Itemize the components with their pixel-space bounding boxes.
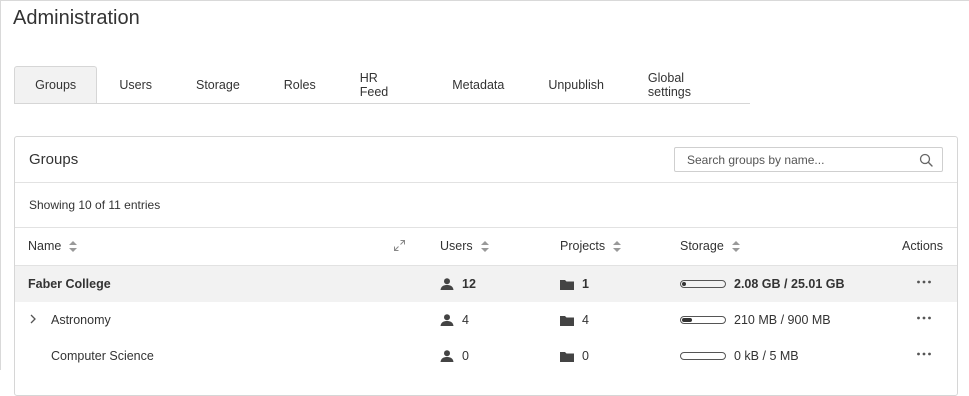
table-row[interactable]: Computer Science 0 0 0 kB / 5 MB — [15, 338, 957, 374]
sort-icon[interactable] — [69, 240, 78, 252]
group-name[interactable]: Faber College — [28, 277, 111, 291]
more-actions-icon[interactable] — [916, 313, 932, 323]
entries-count: Showing 10 of 11 entries — [15, 183, 957, 228]
users-count: 0 — [462, 349, 469, 363]
search-box — [674, 147, 943, 172]
user-icon — [440, 278, 454, 290]
storage-separator: / — [784, 277, 788, 291]
tab-users[interactable]: Users — [97, 66, 174, 103]
users-cell: 12 — [440, 277, 476, 291]
sort-icon[interactable] — [731, 240, 740, 252]
users-count: 4 — [462, 313, 469, 327]
users-count: 12 — [462, 277, 476, 291]
column-header-name[interactable]: Name — [28, 239, 78, 253]
column-label-projects: Projects — [560, 239, 606, 253]
projects-cell: 4 — [560, 313, 589, 327]
table-header: Name Users Projects Storage Actions — [15, 228, 957, 266]
page-title: Administration — [13, 7, 140, 29]
column-label-users: Users — [440, 239, 473, 253]
storage-separator: / — [762, 349, 766, 363]
storage-usage-fill — [682, 282, 686, 286]
column-header-users[interactable]: Users — [440, 239, 489, 253]
sort-icon[interactable] — [613, 240, 622, 252]
tab-roles[interactable]: Roles — [262, 66, 338, 103]
column-label-actions: Actions — [902, 239, 943, 253]
column-label-name: Name — [28, 239, 62, 253]
projects-cell: 0 — [560, 349, 589, 363]
users-cell: 4 — [440, 313, 469, 327]
more-actions-icon[interactable] — [916, 277, 932, 287]
storage-used: 2.08 GB — [734, 277, 781, 291]
users-cell: 0 — [440, 349, 469, 363]
storage-cell: 2.08 GB / 25.01 GB — [680, 277, 845, 291]
storage-separator: / — [780, 313, 785, 327]
folder-icon — [560, 315, 574, 326]
storage-text: 2.08 GB / 25.01 GB — [734, 277, 845, 291]
column-header-actions: Actions — [902, 239, 943, 253]
projects-count: 1 — [582, 277, 589, 291]
expand-icon[interactable] — [394, 240, 405, 251]
panel-title: Groups — [29, 151, 79, 168]
storage-total: 5 MB — [769, 349, 799, 363]
storage-used: 210 MB — [734, 313, 778, 327]
storage-usage-bar — [680, 316, 726, 324]
search-icon[interactable] — [919, 153, 933, 167]
storage-usage-fill — [682, 318, 692, 322]
sort-icon[interactable] — [480, 240, 489, 252]
tab-unpublish[interactable]: Unpublish — [526, 66, 626, 103]
storage-total: 25.01 GB — [791, 277, 845, 291]
storage-usage-bar — [680, 352, 726, 360]
folder-icon — [560, 279, 574, 290]
chevron-right-icon[interactable] — [29, 314, 37, 324]
storage-cell: 210 MB / 900 MB — [680, 313, 831, 327]
tab-hr-feed[interactable]: HR Feed — [338, 66, 430, 103]
storage-text: 0 kB / 5 MB — [734, 349, 799, 363]
column-label-storage: Storage — [680, 239, 724, 253]
storage-usage-bar — [680, 280, 726, 288]
projects-count: 4 — [582, 313, 589, 327]
storage-total: 900 MB — [787, 313, 831, 327]
table-row[interactable]: Astronomy 4 4 210 MB / 900 MB — [15, 302, 957, 338]
groups-panel: Groups Showing 10 of 11 entries Name Use… — [14, 136, 958, 396]
column-header-storage[interactable]: Storage — [680, 239, 740, 253]
tab-metadata[interactable]: Metadata — [430, 66, 526, 103]
tab-global-settings[interactable]: Global settings — [626, 66, 750, 103]
admin-tabs: Groups Users Storage Roles HR Feed Metad… — [14, 66, 750, 104]
column-header-projects[interactable]: Projects — [560, 239, 622, 253]
group-name[interactable]: Astronomy — [51, 313, 111, 327]
user-icon — [440, 314, 454, 326]
folder-icon — [560, 351, 574, 362]
tab-groups[interactable]: Groups — [14, 66, 98, 103]
search-input[interactable] — [685, 148, 919, 171]
group-name[interactable]: Computer Science — [51, 349, 154, 363]
storage-used: 0 kB — [734, 349, 760, 363]
projects-cell: 1 — [560, 277, 589, 291]
more-actions-icon[interactable] — [916, 349, 932, 359]
panel-header: Groups — [15, 137, 957, 183]
projects-count: 0 — [582, 349, 589, 363]
storage-text: 210 MB / 900 MB — [734, 313, 831, 327]
table-row[interactable]: Faber College 12 1 2.08 GB / 25.01 GB — [15, 266, 957, 302]
user-icon — [440, 350, 454, 362]
tab-storage[interactable]: Storage — [174, 66, 262, 103]
storage-cell: 0 kB / 5 MB — [680, 349, 799, 363]
